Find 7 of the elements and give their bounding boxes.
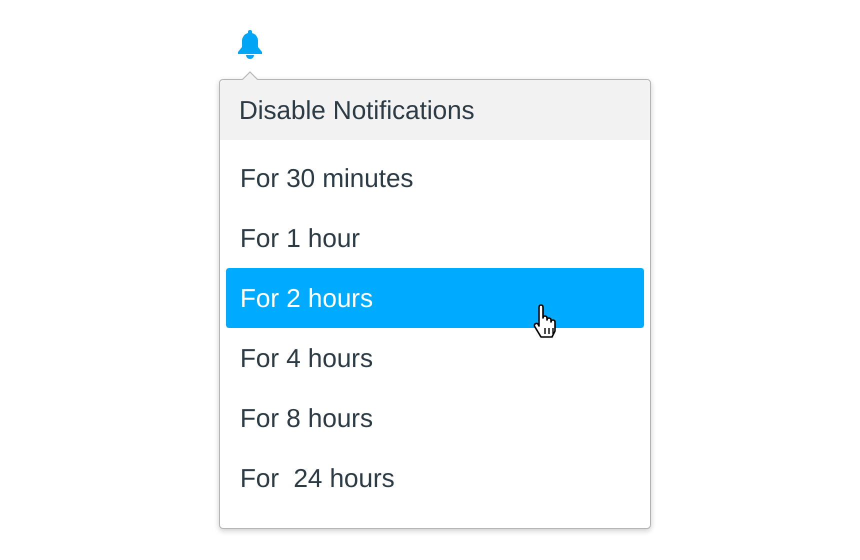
menu-item[interactable]: For 24 hours: [226, 448, 644, 508]
menu-item[interactable]: For 1 hour: [226, 208, 644, 268]
bell-icon[interactable]: [235, 29, 265, 59]
menu-item[interactable]: For 8 hours: [226, 388, 644, 448]
menu-item[interactable]: For 30 minutes: [226, 148, 644, 208]
menu-item[interactable]: For 4 hours: [226, 328, 644, 388]
menu-title: Disable Notifications: [239, 94, 475, 126]
